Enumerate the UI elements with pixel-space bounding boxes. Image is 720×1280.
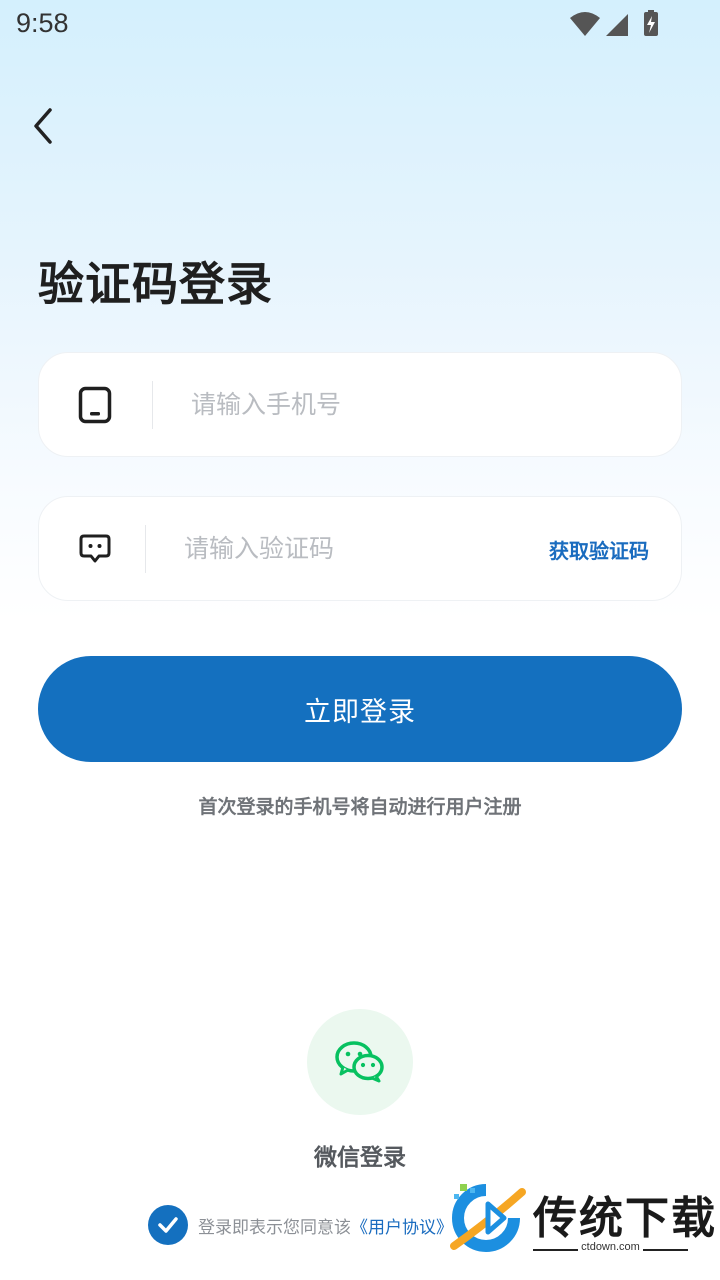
- wechat-icon: [335, 1041, 384, 1083]
- code-input[interactable]: [184, 497, 524, 600]
- get-code-button[interactable]: 获取验证码: [549, 535, 649, 564]
- wifi-icon: [570, 12, 600, 36]
- check-icon: [158, 1217, 178, 1233]
- phone-input[interactable]: [191, 353, 651, 456]
- message-icon: [75, 527, 115, 571]
- signal-icon: [606, 14, 628, 36]
- register-hint: 首次登录的手机号将自动进行用户注册: [198, 796, 522, 818]
- code-field: 获取验证码: [38, 496, 682, 601]
- status-icons: [570, 10, 670, 40]
- agreement-checkbox[interactable]: [148, 1205, 188, 1245]
- field-divider: [145, 525, 146, 573]
- chevron-left-icon: [34, 108, 52, 144]
- back-button[interactable]: [22, 103, 66, 149]
- agreement-prefix: 登录即表示您同意该: [198, 1218, 351, 1238]
- field-divider: [152, 381, 153, 429]
- watermark: 传统下载 ctdown.com: [448, 1182, 715, 1260]
- status-bar: 9:58: [0, 0, 720, 50]
- watermark-brand: 传统下载: [533, 1193, 717, 1244]
- phone-icon: [75, 383, 115, 427]
- agreement-text: 登录即表示您同意该《用户协议》: [198, 1213, 453, 1238]
- user-agreement-link[interactable]: 《用户协议》: [351, 1218, 453, 1238]
- page-title: 验证码登录: [38, 257, 273, 311]
- ctdown-logo-icon: [450, 1184, 526, 1252]
- status-time: 9:58: [16, 8, 69, 38]
- wechat-login-button[interactable]: [307, 1009, 413, 1115]
- wechat-login-label[interactable]: 微信登录: [0, 1138, 720, 1172]
- login-button[interactable]: 立即登录: [38, 656, 682, 762]
- watermark-url: ctdown.com: [581, 1241, 640, 1253]
- battery-charging-icon: [644, 10, 658, 36]
- phone-field: [38, 352, 682, 457]
